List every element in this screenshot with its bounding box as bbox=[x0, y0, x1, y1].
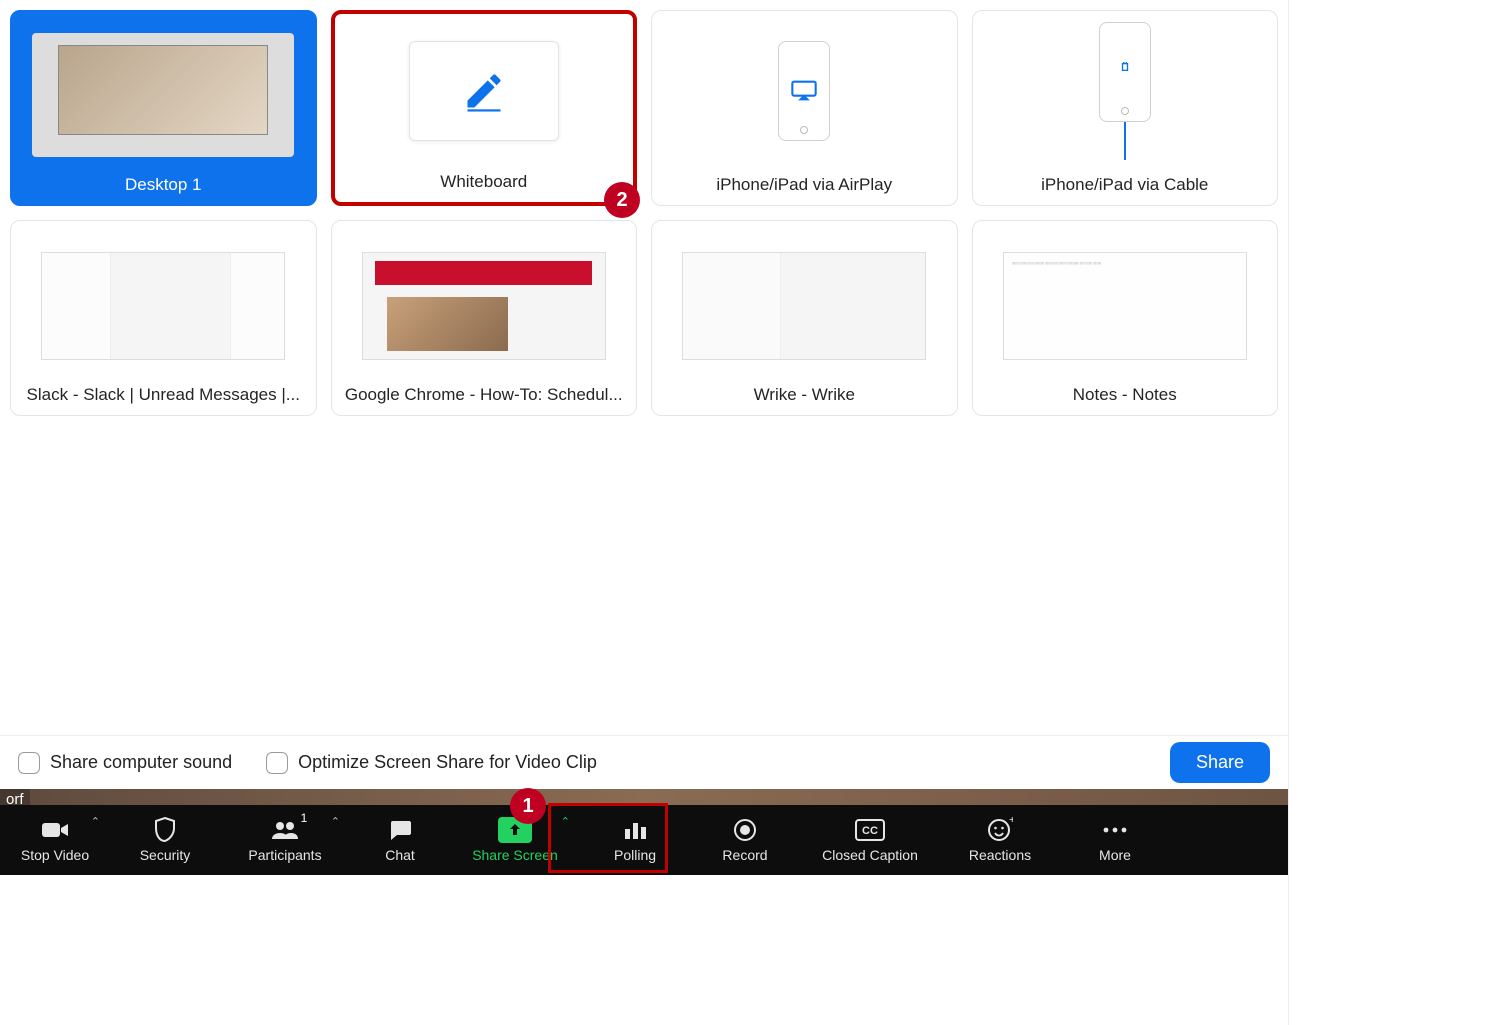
plug-icon bbox=[1115, 62, 1135, 82]
record-icon bbox=[733, 817, 757, 843]
desktop-thumbnail bbox=[11, 11, 316, 171]
chevron-up-icon[interactable]: ⌃ bbox=[331, 815, 340, 828]
tile-label: Slack - Slack | Unread Messages |... bbox=[11, 381, 316, 405]
toolbar-record[interactable]: Record bbox=[690, 805, 800, 875]
page-margin bbox=[1288, 0, 1508, 1025]
chevron-up-icon[interactable]: ⌃ bbox=[91, 815, 100, 828]
whiteboard-thumbnail bbox=[335, 14, 634, 168]
share-screen-panel: Desktop 1 Whiteboard bbox=[0, 0, 1288, 789]
tile-label: iPhone/iPad via Cable bbox=[973, 171, 1278, 195]
checkbox-optimize-video-clip[interactable]: Optimize Screen Share for Video Clip bbox=[266, 752, 597, 774]
toolbar-label: Record bbox=[722, 847, 767, 863]
bar-chart-icon bbox=[623, 817, 647, 843]
airplay-icon bbox=[790, 79, 818, 103]
toolbar-more[interactable]: More bbox=[1060, 805, 1170, 875]
pencil-icon bbox=[462, 69, 506, 113]
toolbar-label: Closed Caption bbox=[822, 847, 918, 863]
toolbar-polling[interactable]: Polling bbox=[580, 805, 690, 875]
smiley-icon: + bbox=[987, 817, 1013, 843]
cable-thumbnail bbox=[973, 11, 1278, 171]
annotation-badge-2: 2 bbox=[604, 182, 640, 218]
toolbar-label: Polling bbox=[614, 847, 656, 863]
share-option-desktop-1[interactable]: Desktop 1 bbox=[10, 10, 317, 206]
svg-text:CC: CC bbox=[862, 825, 878, 837]
toolbar-chat[interactable]: Chat bbox=[350, 805, 450, 875]
share-option-wrike[interactable]: Wrike - Wrike bbox=[651, 220, 958, 416]
share-option-notes[interactable]: ▯▯▯▯ ▯▯▯▯▯ ▯▯▯ ▯▯▯▯▯▯ ▯▯▯▯ ▯▯▯ ▯▯▯▯▯ ▯▯▯… bbox=[972, 220, 1279, 416]
share-option-cable[interactable]: iPhone/iPad via Cable bbox=[972, 10, 1279, 206]
annotation-badge-1: 1 bbox=[510, 788, 546, 824]
chat-bubble-icon bbox=[387, 817, 413, 843]
toolbar-label: Security bbox=[140, 847, 191, 863]
wrike-thumbnail bbox=[682, 252, 926, 361]
share-option-airplay[interactable]: iPhone/iPad via AirPlay bbox=[651, 10, 958, 206]
checkbox-label: Share computer sound bbox=[50, 752, 232, 773]
notes-thumbnail: ▯▯▯▯ ▯▯▯▯▯ ▯▯▯ ▯▯▯▯▯▯ ▯▯▯▯ ▯▯▯ ▯▯▯▯▯ ▯▯▯… bbox=[1003, 252, 1247, 361]
toolbar-stop-video[interactable]: ⌃ Stop Video bbox=[0, 805, 110, 875]
toolbar-participants[interactable]: 1 ⌃ Participants bbox=[220, 805, 350, 875]
share-option-whiteboard[interactable]: Whiteboard bbox=[331, 10, 638, 206]
svg-text:+: + bbox=[1009, 817, 1013, 826]
slack-thumbnail bbox=[41, 252, 285, 361]
toolbar-label: Share Screen bbox=[472, 847, 558, 863]
checkbox-box[interactable] bbox=[18, 752, 40, 774]
chevron-up-icon[interactable]: ⌃ bbox=[561, 815, 570, 828]
more-horizontal-icon bbox=[1101, 817, 1129, 843]
tile-label: Wrike - Wrike bbox=[652, 381, 957, 405]
share-options-grid: Desktop 1 Whiteboard bbox=[10, 10, 1278, 416]
share-button[interactable]: Share bbox=[1170, 742, 1270, 783]
toolbar-label: Stop Video bbox=[21, 847, 89, 863]
tile-label: Google Chrome - How-To: Schedul... bbox=[332, 381, 637, 405]
checkbox-share-sound[interactable]: Share computer sound bbox=[18, 752, 232, 774]
cable-line bbox=[1124, 120, 1126, 160]
toolbar-label: More bbox=[1099, 847, 1131, 863]
toolbar-label: Chat bbox=[385, 847, 415, 863]
video-camera-icon bbox=[41, 817, 69, 843]
tile-label: Notes - Notes bbox=[973, 381, 1278, 405]
toolbar-reactions[interactable]: + Reactions bbox=[940, 805, 1060, 875]
share-footer-options: Share computer sound Optimize Screen Sha… bbox=[0, 735, 1288, 789]
share-option-slack[interactable]: Slack - Slack | Unread Messages |... bbox=[10, 220, 317, 416]
chrome-thumbnail bbox=[362, 252, 606, 361]
checkbox-box[interactable] bbox=[266, 752, 288, 774]
shield-icon bbox=[153, 817, 177, 843]
toolbar-closed-caption[interactable]: CC Closed Caption bbox=[800, 805, 940, 875]
participants-count: 1 bbox=[301, 811, 308, 825]
share-option-chrome[interactable]: Google Chrome - How-To: Schedul... bbox=[331, 220, 638, 416]
toolbar-label: Reactions bbox=[969, 847, 1031, 863]
meeting-toolbar: ⌃ Stop Video Security 1 ⌃ Participants C… bbox=[0, 805, 1288, 875]
airplay-thumbnail bbox=[652, 11, 957, 171]
closed-caption-icon: CC bbox=[855, 817, 885, 843]
toolbar-security[interactable]: Security bbox=[110, 805, 220, 875]
toolbar-label: Participants bbox=[248, 847, 321, 863]
tile-label: Whiteboard bbox=[335, 168, 634, 192]
tile-label: Desktop 1 bbox=[11, 171, 316, 195]
checkbox-label: Optimize Screen Share for Video Clip bbox=[298, 752, 597, 773]
participants-icon bbox=[270, 817, 300, 843]
tile-label: iPhone/iPad via AirPlay bbox=[652, 171, 957, 195]
